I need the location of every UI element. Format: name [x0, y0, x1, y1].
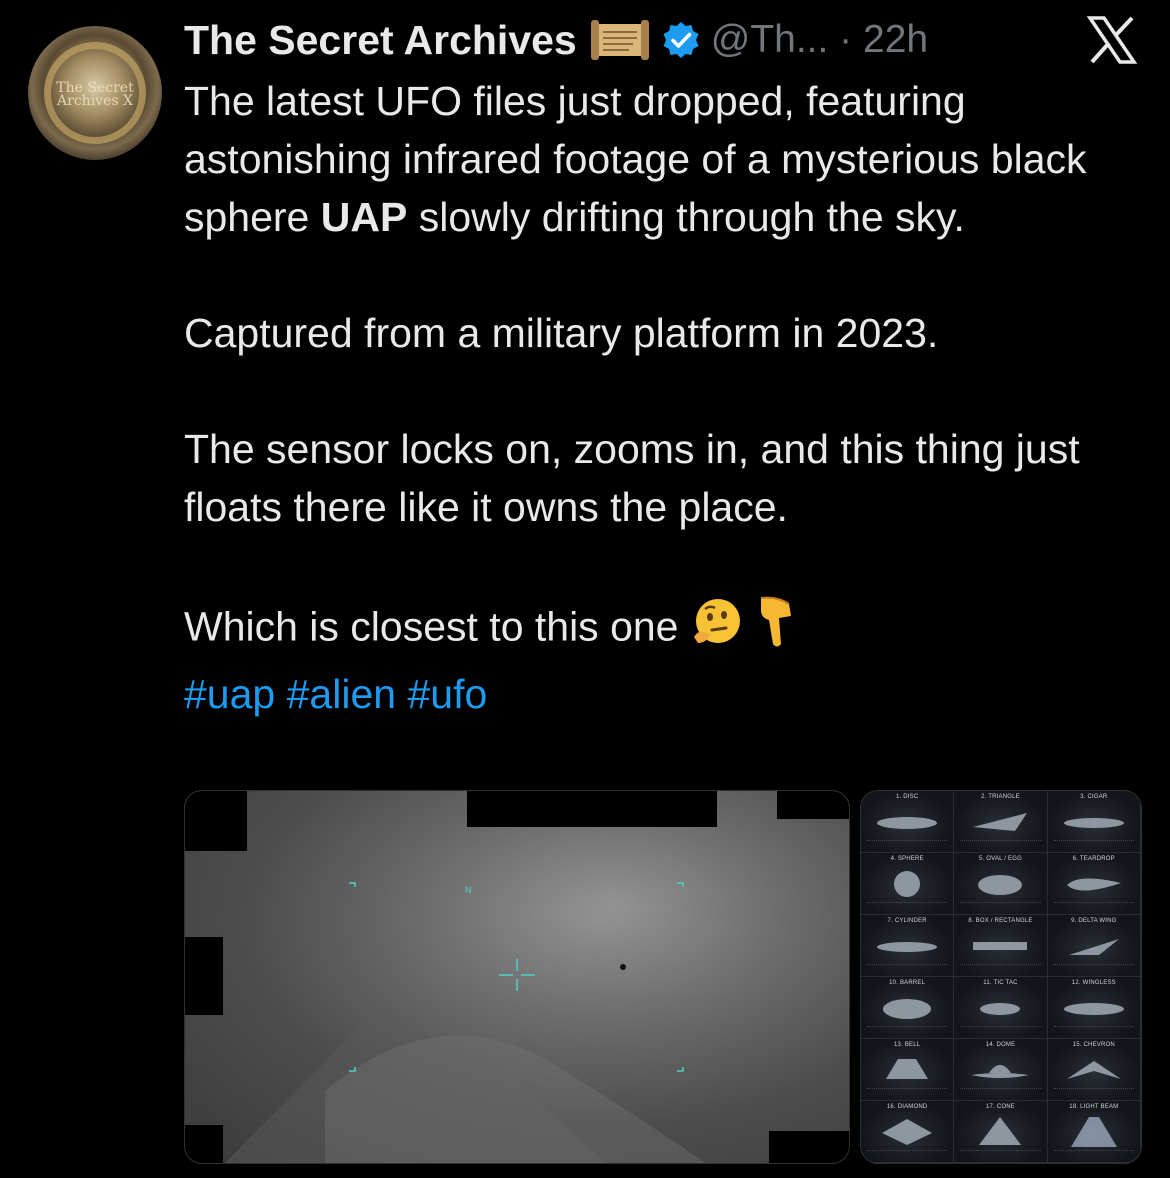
shape-chart-cell: 8. BOX / RECTANGLE — [954, 915, 1048, 977]
shape-chart-icon — [973, 941, 1028, 950]
shape-chart-caption-line — [867, 902, 948, 910]
shape-chart-icon — [1068, 938, 1119, 955]
shape-chart-icon — [980, 1002, 1021, 1015]
shape-chart-caption-line — [1053, 964, 1134, 972]
shape-chart-caption-line — [867, 1026, 948, 1034]
shape-chart-icon — [973, 812, 1028, 831]
tweet-paragraph-3: The sensor locks on, zooms in, and this … — [184, 426, 1080, 530]
shape-chart-icon — [1066, 1060, 1121, 1079]
shape-chart-label: 1. DISC — [895, 794, 919, 800]
infrared-video-thumbnail[interactable]: N — [184, 790, 850, 1164]
shape-chart-cell: 5. OVAL / EGG — [954, 853, 1048, 915]
hashtag-ufo[interactable]: #ufo — [407, 671, 487, 717]
shape-chart-cell: 9. DELTA WING — [1047, 915, 1141, 977]
shape-chart-caption-line — [1053, 1150, 1134, 1158]
shape-chart-icon — [979, 1116, 1022, 1145]
hashtag-row: #uap #alien #ufo — [184, 665, 1124, 723]
tweet-text-part: Which is closest to this one — [184, 603, 679, 650]
shape-chart-cell: 1. DISC — [861, 791, 955, 853]
author-avatar[interactable]: The Secret Archives X — [28, 26, 162, 160]
shape-chart-label: 15. CHEVRON — [1072, 1042, 1115, 1048]
hashtag-alien[interactable]: #alien — [287, 671, 396, 717]
shape-chart-caption-line — [1053, 840, 1134, 848]
shape-chart-label: 11. TIC TAC — [983, 980, 1018, 986]
overlay-marker: N — [465, 885, 472, 895]
tweet-header: The Secret Archives @Th... · 22h — [184, 12, 928, 68]
shape-chart-label: 6. TEARDROP — [1072, 856, 1115, 862]
shape-chart-caption-line — [960, 964, 1041, 972]
shape-chart-caption-line — [1053, 1026, 1134, 1034]
shape-chart-caption-line — [960, 840, 1041, 848]
handle-and-time[interactable]: @Th... · 22h — [711, 18, 928, 62]
shape-chart-label: 2. TRIANGLE — [981, 794, 1020, 800]
shape-chart-cell: 14. DOME — [954, 1039, 1048, 1101]
shape-chart-cell: 2. TRIANGLE — [954, 791, 1048, 853]
shape-chart-caption-line — [867, 1088, 948, 1096]
shape-chart-cell: 3. CIGAR — [1047, 791, 1141, 853]
shape-chart-caption-line — [960, 1026, 1041, 1034]
scroll-emoji — [589, 18, 651, 62]
shape-chart-icon — [978, 874, 1023, 895]
shape-chart-icon — [894, 870, 921, 897]
shape-chart-cell: 16. DIAMOND — [861, 1101, 955, 1163]
shape-chart-icon — [883, 998, 932, 1019]
author-name[interactable]: The Secret Archives — [184, 17, 577, 64]
shape-chart-label: 16. DIAMOND — [886, 1104, 928, 1110]
pointing-down-emoji — [755, 594, 799, 665]
tweet-text-bold: UAP — [320, 194, 408, 240]
ufo-shapes-chart-image[interactable]: 1. DISC 2. TRIANGLE 3. CIGAR 4. SPHERE 5. OV… — [860, 790, 1142, 1164]
shape-chart-cell: 13. BELL — [861, 1039, 955, 1101]
shape-chart-caption-line — [867, 840, 948, 848]
shape-chart-caption-line — [960, 902, 1041, 910]
tweet-text-part: slowly drifting through the sky. — [407, 194, 965, 240]
shape-chart-label: 14. DOME — [985, 1042, 1016, 1048]
shape-chart-label: 10. BARREL — [889, 980, 926, 986]
shape-chart-icon — [1063, 817, 1124, 828]
shape-grid: 1. DISC 2. TRIANGLE 3. CIGAR 4. SPHERE 5. OV… — [861, 791, 1141, 1163]
shape-chart-label: 4. SPHERE — [890, 856, 924, 862]
shape-chart-cell: 12. WINGLESS — [1047, 977, 1141, 1039]
shape-chart-label: 17. CONE — [986, 1104, 1015, 1110]
shape-chart-icon — [882, 1118, 933, 1145]
shape-chart-label: 8. BOX / RECTANGLE — [968, 918, 1033, 924]
shape-chart-caption-line — [1053, 902, 1134, 910]
tweet-text: The latest UFO files just dropped, featu… — [184, 72, 1124, 723]
tweet-paragraph-2: Captured from a military platform in 202… — [184, 310, 939, 356]
shape-chart-icon — [877, 816, 938, 829]
shape-chart-caption-line — [960, 1150, 1041, 1158]
shape-chart-cell: 18. LIGHT BEAM — [1047, 1101, 1141, 1163]
shape-chart-icon — [1070, 1116, 1117, 1147]
verified-badge-icon — [661, 20, 701, 60]
shape-chart-cell: 11. TIC TAC — [954, 977, 1048, 1039]
shape-chart-cell: 15. CHEVRON — [1047, 1039, 1141, 1101]
shape-chart-icon — [877, 941, 938, 952]
shape-chart-icon — [1066, 877, 1121, 891]
shape-chart-caption-line — [867, 1150, 948, 1158]
shape-chart-cell: 17. CONE — [954, 1101, 1048, 1163]
targeting-overlay — [349, 882, 684, 1072]
shape-chart-icon — [1063, 1002, 1124, 1015]
shape-chart-cell: 10. BARREL — [861, 977, 955, 1039]
shape-chart-label: 5. OVAL / EGG — [979, 856, 1022, 862]
shape-chart-icon — [886, 1058, 929, 1079]
shape-chart-label: 18. LIGHT BEAM — [1069, 1104, 1119, 1110]
shape-chart-label: 13. BELL — [894, 1042, 921, 1048]
shape-chart-icon — [971, 1064, 1030, 1078]
shape-chart-caption-line — [960, 1088, 1041, 1096]
hashtag-uap[interactable]: #uap — [184, 671, 275, 717]
shape-chart-cell: 7. CYLINDER — [861, 915, 955, 977]
tweet-paragraph-1: The latest UFO files just dropped, featu… — [184, 72, 1124, 246]
shape-chart-cell: 4. SPHERE — [861, 853, 955, 915]
shape-chart-label: 7. CYLINDER — [887, 918, 927, 924]
shape-chart-caption-line — [1053, 1088, 1134, 1096]
avatar-text: The Secret Archives X — [56, 80, 134, 109]
x-logo-icon — [1086, 14, 1138, 66]
shape-chart-label: 3. CIGAR — [1080, 794, 1108, 800]
shape-chart-label: 12. WINGLESS — [1071, 980, 1116, 986]
tweet-paragraph-4: Which is closest to this one — [184, 594, 1124, 665]
shape-chart-cell: 6. TEARDROP — [1047, 853, 1141, 915]
thinking-face-emoji — [690, 597, 744, 662]
shape-chart-caption-line — [867, 964, 948, 972]
shape-chart-label: 9. DELTA WING — [1071, 918, 1117, 924]
